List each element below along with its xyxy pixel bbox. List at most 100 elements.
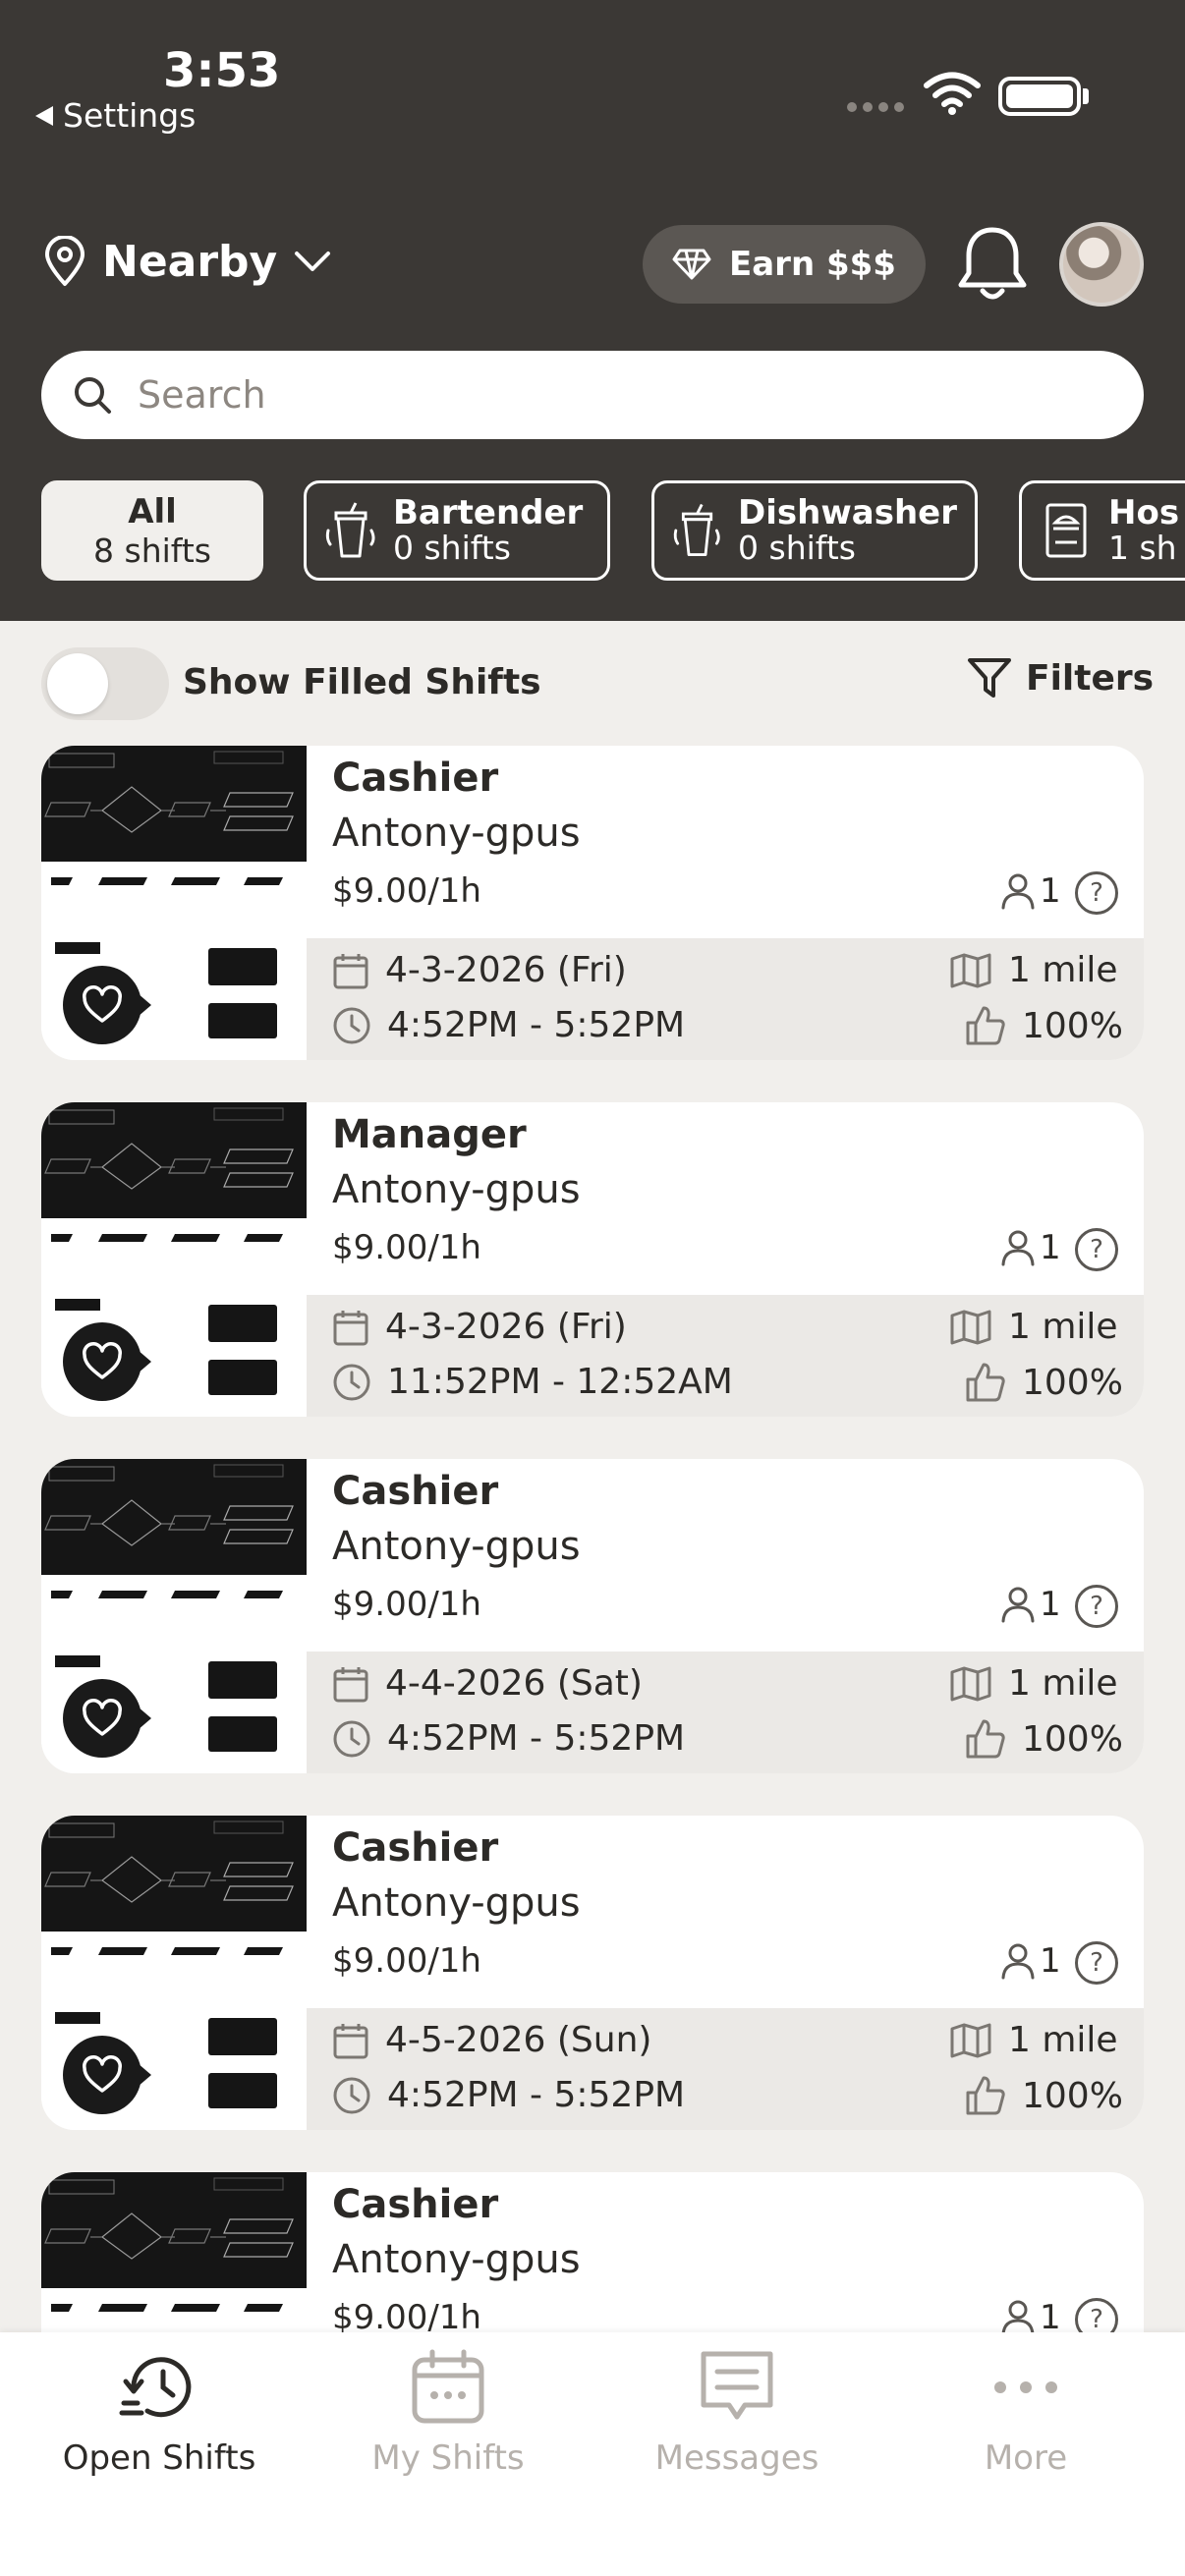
calendar-icon: [412, 2349, 484, 2424]
shift-thumbnail: [41, 1816, 307, 2130]
calendar-icon: [333, 2023, 368, 2058]
show-filled-toggle[interactable]: [41, 647, 169, 720]
clock-icon: [333, 1364, 370, 1400]
map-icon: [950, 953, 991, 987]
search-icon: [75, 377, 111, 414]
shift-title: Cashier: [332, 1469, 499, 1514]
heart-icon: [83, 1342, 122, 1379]
cup-icon: [325, 502, 375, 558]
people-value: 1: [1040, 1585, 1061, 1624]
tab-label: Open Shifts: [62, 2438, 256, 2478]
people-value: 1: [1040, 871, 1061, 911]
favorite-button[interactable]: [63, 966, 151, 1044]
favorite-button[interactable]: [63, 1679, 151, 1758]
map-icon: [950, 1666, 991, 1701]
clock-history-icon: [119, 2357, 192, 2418]
location-selector[interactable]: Nearby: [43, 236, 332, 287]
category-chip-bartender[interactable]: Bartender 0 shifts: [304, 480, 610, 581]
shift-company: Antony-gpus: [332, 1167, 581, 1212]
thumbs-up-icon: [966, 1719, 1005, 1759]
shift-date: 4-3-2026 (Fri): [332, 1307, 627, 1347]
map-icon: [950, 2023, 991, 2057]
clock-icon: [333, 1720, 370, 1757]
help-icon[interactable]: ?: [1075, 1228, 1118, 1271]
distance-value: 1 mile: [1008, 1663, 1118, 1704]
category-chip-hostess[interactable]: Hos 1 sh: [1019, 480, 1185, 581]
menu-icon: [1045, 503, 1087, 558]
tab-more[interactable]: More: [878, 2346, 1173, 2478]
back-to-settings[interactable]: Settings: [35, 96, 196, 135]
shift-card[interactable]: Manager Antony-gpus $9.00/1h 1 ? 4-3-202…: [41, 1102, 1144, 1417]
tab-my-shifts[interactable]: My Shifts: [301, 2346, 595, 2478]
tab-open-shifts[interactable]: Open Shifts: [12, 2346, 307, 2478]
shift-rate: $9.00/1h: [332, 871, 481, 911]
shift-title: Cashier: [332, 1825, 499, 1871]
person-icon: [1001, 1943, 1035, 1980]
people-value: 1: [1040, 2298, 1061, 2337]
search-bar[interactable]: [41, 351, 1144, 439]
person-icon: [1001, 2300, 1035, 2336]
earn-button[interactable]: Earn $$$: [643, 225, 926, 304]
filter-icon: [968, 658, 1011, 698]
shift-distance: 1 mile: [949, 950, 1118, 990]
shift-card[interactable]: Cashier Antony-gpus $9.00/1h 1 ? 4-3-202…: [41, 746, 1144, 1060]
shift-thumbnail: [41, 1459, 307, 1773]
shift-people-count: 1: [1000, 2298, 1061, 2337]
shift-time: 4:52PM - 5:52PM: [332, 1005, 685, 1045]
more-icon: [994, 2381, 1057, 2393]
cup-icon: [673, 503, 720, 556]
chevron-down-icon: [295, 252, 331, 271]
date-value: 4-3-2026 (Fri): [385, 950, 627, 990]
app-header: 3:53 Settings Nearby Earn $$$ Search All…: [0, 0, 1185, 621]
category-chip-all[interactable]: All 8 shifts: [41, 480, 263, 581]
calendar-icon: [333, 1666, 368, 1702]
shift-card[interactable]: Cashier Antony-gpus $9.00/1h 1 ? 4-5-202…: [41, 1816, 1144, 2130]
help-icon[interactable]: ?: [1075, 1941, 1118, 1985]
clock-icon: [333, 2077, 370, 2113]
location-label: Nearby: [102, 236, 278, 287]
date-value: 4-5-2026 (Sun): [385, 2020, 652, 2060]
time-value: 11:52PM - 12:52AM: [387, 1362, 733, 1402]
favorite-button[interactable]: [63, 2036, 151, 2114]
category-chip-dishwasher[interactable]: Dishwasher 0 shifts: [651, 480, 978, 581]
help-icon[interactable]: ?: [1075, 1585, 1118, 1628]
toggle-knob: [47, 653, 108, 714]
person-icon: [1001, 1230, 1035, 1266]
shift-rating: 100%: [965, 1005, 1123, 1046]
shift-date: 4-5-2026 (Sun): [332, 2020, 651, 2060]
shift-card[interactable]: Cashier Antony-gpus $9.00/1h 1 ? 4-4-202…: [41, 1459, 1144, 1773]
chip-count: 0 shifts: [393, 528, 511, 567]
shift-people-count: 1: [1000, 1228, 1061, 1267]
favorite-button[interactable]: [63, 1322, 151, 1401]
time-value: 4:52PM - 5:52PM: [387, 1718, 686, 1759]
search-input[interactable]: [138, 373, 1022, 417]
shift-people-count: 1: [1000, 1941, 1061, 1981]
tab-label: My Shifts: [371, 2438, 525, 2478]
bell-icon[interactable]: [955, 224, 1030, 305]
chip-title: Hos: [1108, 492, 1180, 532]
shift-rating: 100%: [965, 1362, 1123, 1403]
show-filled-label: Show Filled Shifts: [183, 662, 541, 702]
shift-rating: 100%: [965, 2075, 1123, 2116]
heart-icon: [83, 1699, 122, 1736]
shift-time: 4:52PM - 5:52PM: [332, 2075, 685, 2115]
thumbs-up-icon: [966, 1363, 1005, 1402]
chip-count: 1 sh: [1108, 528, 1177, 567]
shift-time: 11:52PM - 12:52AM: [332, 1362, 733, 1402]
tab-messages[interactable]: Messages: [590, 2346, 884, 2478]
shift-rate: $9.00/1h: [332, 1585, 481, 1624]
rating-value: 100%: [1022, 1362, 1123, 1403]
shift-people-count: 1: [1000, 1585, 1061, 1624]
avatar[interactable]: [1059, 222, 1144, 307]
shift-distance: 1 mile: [949, 1307, 1118, 1347]
calendar-icon: [333, 953, 368, 988]
filters-button[interactable]: Filters: [967, 656, 1154, 700]
people-value: 1: [1040, 1228, 1061, 1267]
tab-label: More: [984, 2438, 1068, 2478]
signal-icon: [847, 102, 904, 112]
shift-company: Antony-gpus: [332, 2237, 581, 2282]
filters-label: Filters: [1026, 657, 1155, 699]
help-icon[interactable]: ?: [1075, 871, 1118, 915]
shift-date: 4-4-2026 (Sat): [332, 1663, 643, 1704]
date-value: 4-4-2026 (Sat): [385, 1663, 643, 1704]
